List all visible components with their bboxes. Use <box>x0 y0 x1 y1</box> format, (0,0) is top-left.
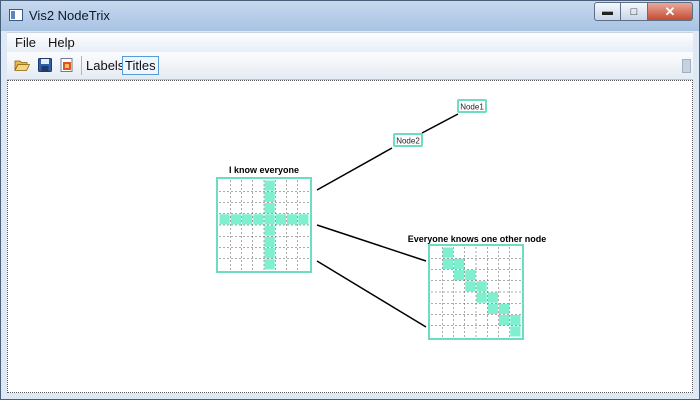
matrix1-title: I know everyone <box>229 165 299 175</box>
app-window: Vis2 NodeTrix ▬ □ ✕ File Help Labels Tit… <box>0 0 700 400</box>
nodetrix-view: Node1 Node2 I know everyone Everyone kno… <box>216 99 547 340</box>
matrix-cell <box>264 225 275 236</box>
matrix-cell <box>230 214 241 225</box>
window-title: Vis2 NodeTrix <box>29 8 110 23</box>
toolbar-overflow-grip[interactable] <box>682 59 691 73</box>
edge-matrix1-matrix2-lower <box>316 260 427 328</box>
graph-canvas[interactable]: Node1 Node2 I know everyone Everyone kno… <box>7 80 693 393</box>
matrix-cell <box>487 303 498 314</box>
node2-label: Node2 <box>396 137 420 146</box>
matrix-cell <box>253 214 264 225</box>
menu-file[interactable]: File <box>11 35 40 50</box>
app-icon <box>9 9 23 21</box>
titles-toggle[interactable]: Titles <box>122 56 159 75</box>
close-icon: ✕ <box>664 3 676 19</box>
matrix-cell <box>287 214 298 225</box>
edge-node2-node1 <box>421 113 459 134</box>
maximize-button[interactable]: □ <box>621 2 648 21</box>
matrix-everyone-knows-one[interactable] <box>428 244 524 340</box>
minimize-icon: ▬ <box>602 5 613 18</box>
edge-matrix1-node2 <box>316 147 393 191</box>
matrix-cell <box>264 214 275 225</box>
matrix-cell <box>264 180 275 191</box>
labels-toggle[interactable]: Labels <box>84 56 126 75</box>
matrix-cell <box>264 191 275 202</box>
matrix-cell <box>487 292 498 303</box>
node2[interactable]: Node2 <box>393 133 423 147</box>
matrix-cell <box>275 214 286 225</box>
matrix-cell <box>298 214 309 225</box>
menu-help[interactable]: Help <box>44 35 79 50</box>
matrix-cell <box>264 248 275 259</box>
window-controls: ▬ □ ✕ <box>594 2 693 21</box>
matrix-cell <box>264 236 275 247</box>
export-icon[interactable] <box>59 57 75 73</box>
matrix-cell <box>454 258 465 269</box>
matrix-cell <box>499 315 510 326</box>
folder-open-icon[interactable] <box>14 57 30 73</box>
matrix-cell <box>264 203 275 214</box>
matrix-cell <box>442 247 453 258</box>
minimize-button[interactable]: ▬ <box>594 2 621 21</box>
matrix-cell <box>219 214 230 225</box>
matrix-cell <box>476 281 487 292</box>
matrix2-title: Everyone knows one other node <box>408 234 547 244</box>
matrix-cell <box>465 281 476 292</box>
toolbar-separator <box>81 56 82 75</box>
close-button[interactable]: ✕ <box>648 2 693 21</box>
matrix-cell <box>454 270 465 281</box>
title-bar: Vis2 NodeTrix ▬ □ ✕ <box>1 1 699 31</box>
matrix-cell <box>476 292 487 303</box>
matrix-cell <box>465 270 476 281</box>
matrix-cell <box>510 315 521 326</box>
menu-bar: File Help <box>7 32 693 53</box>
matrix-cell <box>442 258 453 269</box>
toolbar: Labels Titles <box>7 52 693 80</box>
maximize-icon: □ <box>630 5 638 18</box>
node1[interactable]: Node1 <box>457 99 487 113</box>
node1-label: Node1 <box>460 103 484 112</box>
matrix-cell <box>264 259 275 270</box>
matrix-cell <box>510 326 521 337</box>
save-disk-icon[interactable] <box>37 57 53 73</box>
matrix-i-know-everyone[interactable] <box>216 177 312 273</box>
matrix-cell <box>499 303 510 314</box>
matrix-cell <box>242 214 253 225</box>
